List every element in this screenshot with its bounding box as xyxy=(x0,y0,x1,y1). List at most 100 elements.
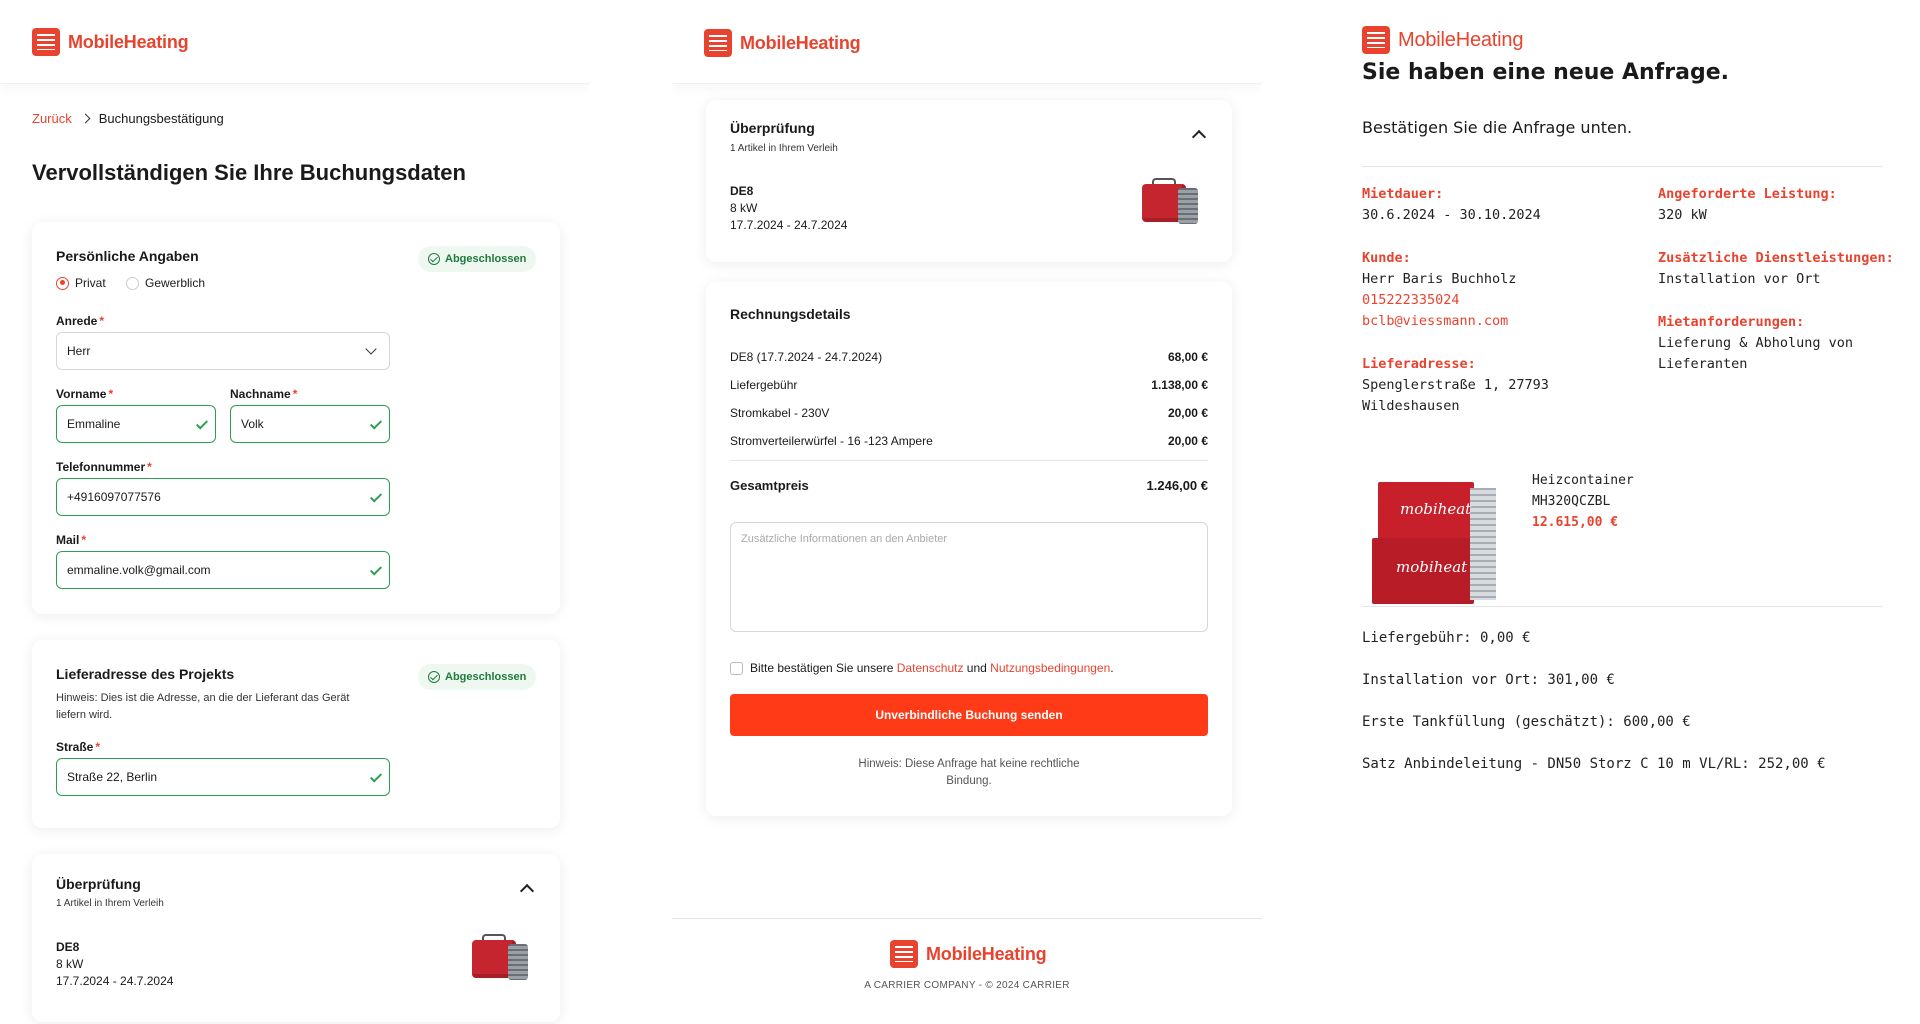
salutation-label: Anrede * xyxy=(56,314,105,328)
radio-private-label: Privat xyxy=(75,276,106,290)
invoice-card: Rechnungsdetails DE8 (17.7.2024 - 24.7.2… xyxy=(706,282,1232,816)
check-circle-icon xyxy=(428,671,440,683)
radio-dot xyxy=(126,276,139,290)
additional-services: Zusätzliche Dienstleistungen: Installati… xyxy=(1658,248,1894,290)
review-subtitle: 1 Artikel in Ihrem Verleih xyxy=(730,143,838,154)
breadcrumb: Zurück Buchungsbestätigung xyxy=(32,111,224,126)
customer-mail-link[interactable]: bclb@viessmann.com xyxy=(1362,311,1516,332)
requested-power: Angeforderte Leistung: 320 kW xyxy=(1658,184,1837,226)
divider xyxy=(1362,606,1882,607)
customer-name: Herr Baris Buchholz xyxy=(1362,271,1517,287)
heater-product-image xyxy=(468,934,532,986)
delivery-hint: Hinweis: Dies ist die Adresse, an die de… xyxy=(56,692,350,721)
mail-input[interactable]: emmaline.volk@gmail.com xyxy=(56,551,390,589)
review-card: Überprüfung 1 Artikel in Ihrem Verleih D… xyxy=(32,854,560,1022)
disclaimer: Hinweis: Diese Anfrage hat keine rechtli… xyxy=(858,758,1080,787)
brand-name: MobileHeating xyxy=(926,943,1047,964)
delivery-address-card: Lieferadresse des Projekts Abgeschlossen… xyxy=(32,640,560,828)
invoice-line-label: DE8 (17.7.2024 - 24.7.2024) xyxy=(730,350,883,364)
booking-form-panel: MobileHeating Zurück Buchungsbestätigung… xyxy=(0,0,590,1024)
fee-line: Erste Tankfüllung (geschätzt): 600,00 € xyxy=(1362,714,1691,730)
invoice-line: Stromkabel - 230V 20,00 € xyxy=(730,406,1208,420)
logo-icon xyxy=(704,29,732,57)
personal-details-title: Persönliche Angaben xyxy=(56,248,199,264)
lastname-input[interactable]: Volk xyxy=(230,405,390,443)
chevron-down-icon xyxy=(365,343,377,355)
brand-logo[interactable]: MobileHeating xyxy=(32,28,189,56)
consent-checkbox[interactable] xyxy=(730,662,743,675)
notes-textarea[interactable]: Zusätzliche Informationen an den Anbiete… xyxy=(730,522,1208,632)
checkmark-icon xyxy=(369,563,383,576)
invoice-line-amount: 20,00 € xyxy=(1167,434,1208,448)
item-power: 8 kW xyxy=(730,201,758,215)
invoice-line-label: Stromverteilerwürfel - 16 -123 Ampere xyxy=(730,434,933,448)
product-info: Heizcontainer MH320QCZBL 12.615,00 € xyxy=(1532,470,1634,533)
radio-business[interactable]: Gewerblich xyxy=(126,276,205,290)
checkmark-icon xyxy=(369,770,383,783)
consent-text: Bitte bestätigen Sie unsere Datenschutz … xyxy=(750,661,1114,675)
phone-input[interactable]: +4916097077576 xyxy=(56,478,390,516)
rental-value: 30.6.2024 - 30.10.2024 xyxy=(1362,207,1541,223)
item-name: DE8 xyxy=(730,184,754,198)
street-input[interactable]: Straße 22, Berlin xyxy=(56,758,390,796)
requirements-value: Lieferung & Abholung von Lieferanten xyxy=(1658,335,1854,372)
logo-icon xyxy=(1362,26,1390,54)
checkmark-icon xyxy=(195,417,209,430)
customer-label: Kunde: xyxy=(1362,250,1411,266)
mail-value: emmaline.volk@gmail.com xyxy=(67,563,211,577)
footer-copyright: A CARRIER COMPANY - © 2024 CARRIER xyxy=(864,980,1070,991)
divider xyxy=(1362,166,1882,167)
customer-info: Kunde: Herr Baris Buchholz 015222335024 … xyxy=(1362,248,1516,332)
footer-logo[interactable]: MobileHeating xyxy=(890,940,1047,968)
firstname-input[interactable]: Emmaline xyxy=(56,405,216,443)
review-title: Überprüfung xyxy=(56,876,141,892)
mail-label: Mail * xyxy=(56,533,87,547)
invoice-line-label: Stromkabel - 230V xyxy=(730,406,830,420)
customer-phone-link[interactable]: 015222335024 xyxy=(1362,290,1516,311)
item-name: DE8 xyxy=(56,940,80,954)
lastname-value: Volk xyxy=(241,417,264,431)
brand-logo[interactable]: MobileHeating xyxy=(704,29,861,57)
delivery-address: Lieferadresse: Spenglerstraße 1, 27793 W… xyxy=(1362,354,1582,417)
invoice-line-label: Liefergebühr xyxy=(730,378,798,392)
brand-name: MobileHeating xyxy=(740,32,861,53)
rental-period: Mietdauer: 30.6.2024 - 30.10.2024 xyxy=(1362,184,1541,226)
salutation-value: Herr xyxy=(67,344,91,358)
container-brand-text: mobiheat xyxy=(1400,500,1472,518)
total-label: Gesamtpreis xyxy=(730,478,809,493)
lastname-label: Nachname * xyxy=(230,387,298,401)
address-label: Lieferadresse: xyxy=(1362,356,1476,372)
radio-private[interactable]: Privat xyxy=(56,276,106,290)
invoice-total: Gesamtpreis 1.246,00 € xyxy=(730,478,1208,493)
status-badge: Abgeschlossen xyxy=(418,246,537,272)
review-subtitle: 1 Artikel in Ihrem Verleih xyxy=(56,898,164,909)
fee-line: Installation vor Ort: 301,00 € xyxy=(1362,672,1615,688)
phone-label: Telefonnummer * xyxy=(56,460,152,474)
radio-dot-selected xyxy=(56,276,69,290)
chevron-up-icon[interactable] xyxy=(1191,129,1207,145)
footer-divider xyxy=(672,918,1262,919)
product-code: MH320QCZBL xyxy=(1532,494,1611,509)
delivery-title: Lieferadresse des Projekts xyxy=(56,666,235,682)
brand-name: MobileHeating xyxy=(1398,28,1524,51)
services-value: Installation vor Ort xyxy=(1658,271,1821,287)
breadcrumb-current: Buchungsbestätigung xyxy=(98,111,224,126)
personal-details-card: Persönliche Angaben Abgeschlossen Privat… xyxy=(32,222,560,614)
fee-line: Satz Anbindeleitung - DN50 Storz C 10 m … xyxy=(1362,756,1826,772)
invoice-line: Liefergebühr 1.138,00 € xyxy=(730,378,1208,392)
chevron-right-icon xyxy=(80,113,91,124)
terms-link[interactable]: Nutzungsbedingungen xyxy=(990,661,1110,675)
chevron-up-icon[interactable] xyxy=(519,883,535,899)
check-circle-icon xyxy=(428,253,440,265)
phone-value: +4916097077576 xyxy=(67,490,161,504)
item-dates: 17.7.2024 - 24.7.2024 xyxy=(730,218,848,232)
requirements-label: Mietanforderungen: xyxy=(1658,314,1805,330)
radio-business-label: Gewerblich xyxy=(145,276,206,290)
salutation-select[interactable]: Herr xyxy=(56,332,390,370)
status-badge: Abgeschlossen xyxy=(418,664,537,690)
back-link[interactable]: Zurück xyxy=(32,111,72,126)
brand-logo[interactable]: MobileHeating xyxy=(1362,26,1523,54)
privacy-link[interactable]: Datenschutz xyxy=(897,661,964,675)
submit-booking-button[interactable]: Unverbindliche Buchung senden xyxy=(730,694,1208,736)
summary-panel: MobileHeating Überprüfung 1 Artikel in I… xyxy=(672,0,1262,1024)
